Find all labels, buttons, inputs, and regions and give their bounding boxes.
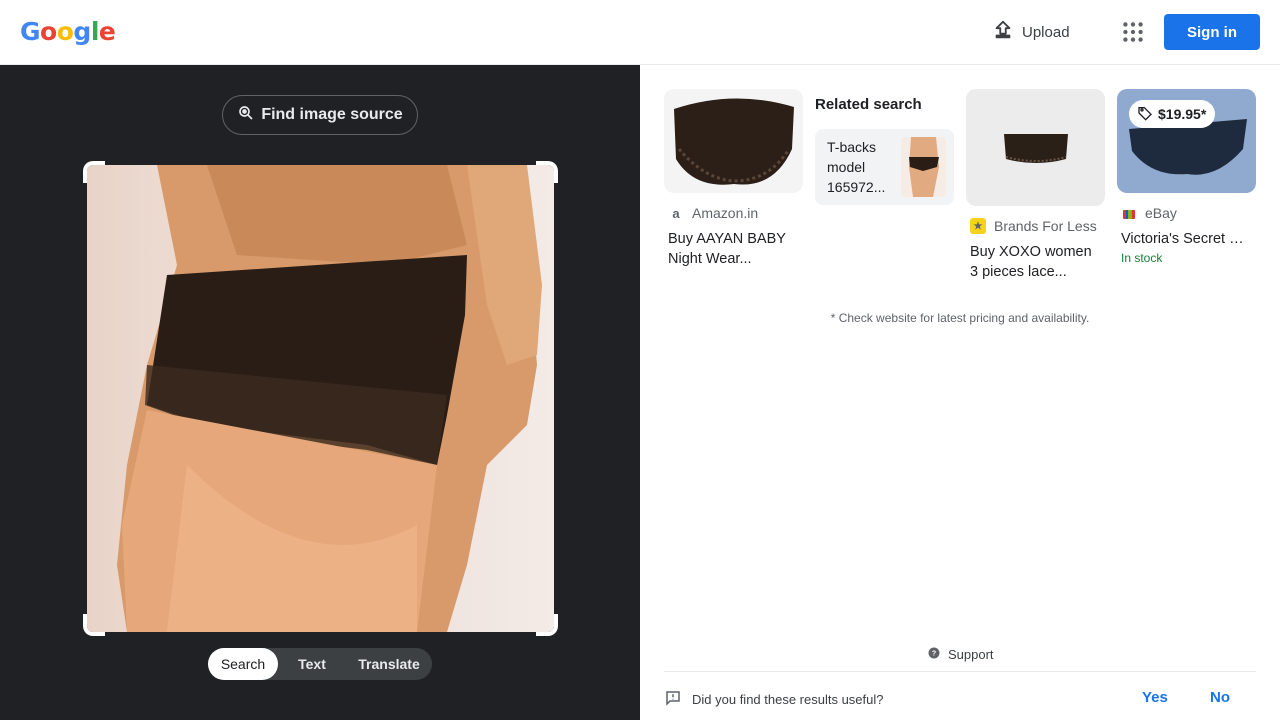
tab-translate[interactable]: Translate <box>346 648 432 680</box>
crop-handle[interactable] <box>536 161 558 183</box>
feedback-no-button[interactable]: No <box>1210 689 1230 706</box>
upload-button[interactable]: Upload <box>992 20 1070 44</box>
feedback-icon <box>664 689 682 710</box>
crop-selection[interactable] <box>83 161 558 636</box>
related-search-label: T-backs model 165972... <box>827 139 886 195</box>
logo-letter: l <box>90 17 100 46</box>
result-card[interactable]: a Amazon.in Buy AAYAN BABY Night Wear... <box>664 89 803 269</box>
crop-handle[interactable] <box>83 161 105 183</box>
result-card[interactable]: ★ Brands For Less Buy XOXO women 3 piece… <box>966 89 1105 282</box>
stock-status: In stock <box>1121 251 1163 265</box>
header: Google Upload Sign in <box>0 0 1280 65</box>
support-link[interactable]: ? Support <box>928 647 994 662</box>
price-tag-icon <box>1137 105 1153 124</box>
related-search-item[interactable]: T-backs model 165972... <box>815 129 954 205</box>
related-search-heading: Related search <box>815 96 922 113</box>
logo-letter: e <box>98 17 116 46</box>
result-card[interactable]: $19.95* eBay Victoria's Secret Set/2 che… <box>1117 89 1256 265</box>
feedback-yes-button[interactable]: Yes <box>1142 689 1168 706</box>
result-title: Victoria's Secret Set/2 cheeky sz L... <box>1121 231 1253 247</box>
amazon-favicon-icon: a <box>672 205 680 221</box>
crop-handle[interactable] <box>536 614 558 636</box>
tab-search[interactable]: Search <box>208 648 278 680</box>
lens-search-icon <box>237 104 255 127</box>
logo-letter: o <box>56 17 74 46</box>
ebay-favicon-icon <box>1121 205 1137 221</box>
svg-text:?: ? <box>932 651 936 658</box>
lens-mode-tabs: Search Text Translate <box>208 648 432 680</box>
apps-grid-icon[interactable] <box>1120 19 1146 45</box>
find-image-source-label: Find image source <box>261 106 403 123</box>
logo-letter: o <box>40 17 57 46</box>
support-label: Support <box>948 647 994 662</box>
crop-handle[interactable] <box>83 614 105 636</box>
shopping-bag-favicon-icon: ★ <box>970 218 986 234</box>
feedback-bar: Did you find these results useful? Yes N… <box>664 671 1256 720</box>
sign-in-button[interactable]: Sign in <box>1164 14 1260 50</box>
find-image-source-button[interactable]: Find image source <box>222 95 418 135</box>
result-thumbnail: $19.95* <box>1117 89 1256 193</box>
query-image <box>87 165 554 632</box>
query-image-panel: Find image source Search Text Translate <box>0 65 640 720</box>
results-panel: a Amazon.in Buy AAYAN BABY Night Wear...… <box>640 65 1280 720</box>
price-value: $19.95* <box>1158 106 1207 122</box>
result-thumbnail <box>664 89 803 193</box>
related-search-thumbnail <box>901 137 946 197</box>
result-thumbnail <box>966 89 1105 206</box>
result-source: Brands For Less <box>994 218 1097 234</box>
result-title: Buy XOXO women 3 pieces lace... <box>970 244 1092 280</box>
tab-text[interactable]: Text <box>278 648 346 680</box>
result-source: Amazon.in <box>692 205 759 221</box>
feedback-question: Did you find these results useful? <box>692 692 884 707</box>
price-badge: $19.95* <box>1129 100 1216 128</box>
google-logo[interactable]: Google <box>20 17 116 46</box>
upload-label: Upload <box>1022 23 1070 41</box>
logo-letter: G <box>20 17 41 46</box>
result-source: eBay <box>1145 205 1177 221</box>
upload-icon <box>992 19 1014 45</box>
logo-letter: g <box>73 17 91 46</box>
pricing-disclaimer: * Check website for latest pricing and a… <box>830 311 1090 325</box>
result-title: Buy AAYAN BABY Night Wear... <box>668 231 786 267</box>
support-icon: ? <box>928 647 940 662</box>
